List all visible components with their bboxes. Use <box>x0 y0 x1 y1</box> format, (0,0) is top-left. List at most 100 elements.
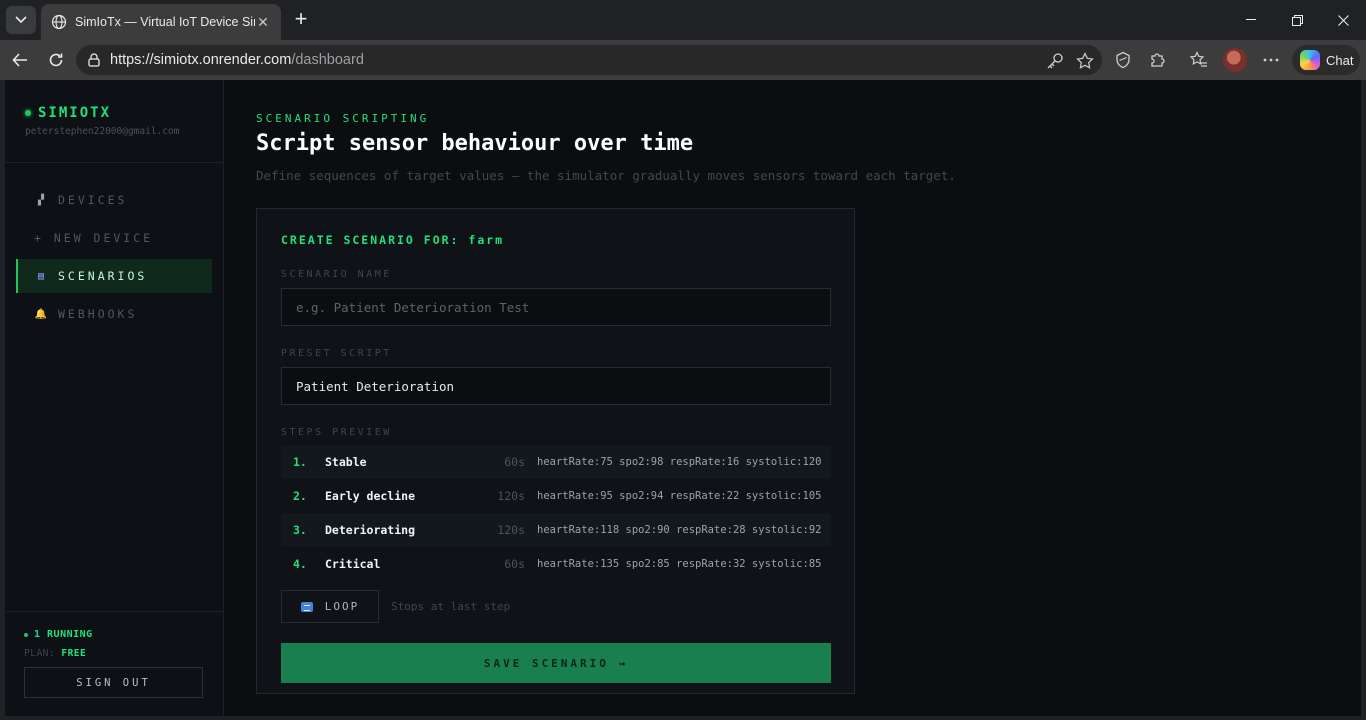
plan-label: PLAN: <box>24 648 56 659</box>
restore-icon <box>1291 14 1303 26</box>
extension-icon-1[interactable] <box>1113 50 1133 70</box>
sign-out-button[interactable]: SIGN OUT <box>24 667 203 698</box>
step-values: heartRate:118 spo2:90 respRate:28 systol… <box>537 524 822 536</box>
minimize-icon <box>1246 19 1256 20</box>
brand-name: SIMIOTX <box>38 105 112 121</box>
user-email: peterstephen22000@gmail.com <box>25 126 180 137</box>
section-eyebrow: SCENARIO SCRIPTING <box>256 112 430 125</box>
url-path: /dashboard <box>291 52 364 68</box>
back-button[interactable] <box>8 48 32 72</box>
sidebar-item-devices[interactable]: ▞ DEVICES <box>16 183 212 217</box>
globe-icon <box>51 14 67 30</box>
sidebar-nav: ▞ DEVICES + NEW DEVICE ▤ SCENARIOS 🔔 WEB… <box>5 163 223 331</box>
star-icon[interactable] <box>1076 52 1094 70</box>
sidebar-item-label: DEVICES <box>58 193 128 207</box>
loop-label: LOOP <box>324 600 360 613</box>
profile-avatar[interactable] <box>1223 48 1247 72</box>
favorites-icon <box>1190 51 1207 67</box>
new-tab-button[interactable]: + <box>289 8 313 32</box>
device-icon: ▞ <box>37 194 45 206</box>
copilot-chat-button[interactable]: Chat <box>1292 45 1360 75</box>
sidebar-item-label: WEBHOOKS <box>58 307 138 321</box>
favorites-button[interactable] <box>1189 50 1209 70</box>
step-row: 2. Early decline 120s heartRate:95 spo2:… <box>281 479 831 513</box>
close-window-button[interactable] <box>1320 0 1366 40</box>
chevron-down-icon <box>15 16 27 24</box>
app-page: SIMIOTX peterstephen22000@gmail.com ▞ DE… <box>5 80 1361 716</box>
step-number: 2. <box>293 489 307 503</box>
step-row: 1. Stable 60s heartRate:75 spo2:98 respR… <box>281 445 831 479</box>
main-content: SCENARIO SCRIPTING Script sensor behavio… <box>224 80 1361 716</box>
sidebar-item-new-device[interactable]: + NEW DEVICE <box>16 221 212 255</box>
card-title: CREATE SCENARIO FOR: farm <box>281 233 505 247</box>
loop-icon <box>300 601 313 612</box>
steps-preview-label: STEPS PREVIEW <box>281 427 392 438</box>
shield-extension-icon <box>1116 51 1130 69</box>
clapper-icon: ▤ <box>37 270 45 282</box>
step-duration: 120s <box>497 489 525 503</box>
step-duration: 120s <box>497 523 525 537</box>
sidebar-item-label: SCENARIOS <box>58 269 148 283</box>
reload-button[interactable] <box>44 48 68 72</box>
page-title: Script sensor behaviour over time <box>256 131 694 156</box>
copilot-icon <box>1300 50 1320 70</box>
step-name: Critical <box>325 557 381 571</box>
page-subtitle: Define sequences of target values — the … <box>256 168 956 183</box>
running-status: 1 RUNNING <box>24 629 223 640</box>
plan-info: PLAN: FREE <box>24 648 223 659</box>
step-values: heartRate:75 spo2:98 respRate:16 systoli… <box>537 456 822 468</box>
url-host: https://simiotx.onrender.com <box>110 52 292 68</box>
tab-title: SimIoTx — Virtual IoT Device Simu <box>75 15 255 29</box>
sidebar: SIMIOTX peterstephen22000@gmail.com ▞ DE… <box>5 80 224 716</box>
tab-list-button[interactable] <box>6 6 36 34</box>
back-arrow-icon <box>12 53 27 67</box>
running-dot-icon <box>24 632 28 637</box>
lock-icon <box>88 53 100 67</box>
minimize-button[interactable] <box>1228 0 1274 40</box>
sidebar-footer: 1 RUNNING PLAN: FREE SIGN OUT <box>5 611 223 716</box>
reload-icon <box>49 53 63 67</box>
browser-tab[interactable]: SimIoTx — Virtual IoT Device Simu ✕ <box>41 4 281 40</box>
scenario-name-label: SCENARIO NAME <box>281 269 392 280</box>
key-icon[interactable] <box>1046 52 1064 70</box>
more-menu-button[interactable] <box>1261 50 1281 70</box>
close-icon <box>1337 14 1349 26</box>
create-scenario-card: CREATE SCENARIO FOR: farm SCENARIO NAME … <box>256 208 855 694</box>
preset-script-select[interactable]: Patient Deterioration <box>281 367 831 405</box>
step-duration: 60s <box>504 455 525 469</box>
loop-row: LOOP Stops at last step <box>281 590 830 623</box>
close-tab-icon[interactable]: ✕ <box>255 14 271 31</box>
brand-row: SIMIOTX <box>25 105 223 121</box>
extensions-button[interactable] <box>1148 50 1168 70</box>
step-number: 1. <box>293 455 307 469</box>
loop-toggle-button[interactable]: LOOP <box>281 590 379 623</box>
running-count: 1 RUNNING <box>34 629 93 640</box>
step-name: Early decline <box>325 489 416 503</box>
step-values: heartRate:135 spo2:85 respRate:32 systol… <box>537 558 822 570</box>
loop-note: Stops at last step <box>391 600 511 613</box>
brand-block: SIMIOTX peterstephen22000@gmail.com <box>5 80 223 163</box>
address-bar[interactable]: https://simiotx.onrender.com/dashboard <box>76 45 1102 75</box>
restore-button[interactable] <box>1274 0 1320 40</box>
step-name: Stable <box>325 455 367 469</box>
step-row: 4. Critical 60s heartRate:135 spo2:85 re… <box>281 547 831 581</box>
more-dots-icon <box>1263 58 1279 62</box>
plan-value: FREE <box>61 648 87 659</box>
save-scenario-button[interactable]: SAVE SCENARIO → <box>281 643 831 683</box>
bell-icon: 🔔 <box>34 308 48 320</box>
sidebar-item-webhooks[interactable]: 🔔 WEBHOOKS <box>16 297 212 331</box>
chat-label: Chat <box>1326 52 1354 68</box>
browser-toolbar: https://simiotx.onrender.com/dashboard C… <box>0 40 1366 80</box>
step-values: heartRate:95 spo2:94 respRate:22 systoli… <box>537 490 822 502</box>
puzzle-icon <box>1151 53 1165 67</box>
sidebar-item-label: + NEW DEVICE <box>34 231 154 245</box>
scenario-name-input[interactable]: e.g. Patient Deterioration Test <box>281 288 831 326</box>
steps-list: 1. Stable 60s heartRate:75 spo2:98 respR… <box>281 445 831 581</box>
step-number: 3. <box>293 523 307 537</box>
browser-tab-bar: SimIoTx — Virtual IoT Device Simu ✕ + <box>0 0 1366 40</box>
step-duration: 60s <box>504 557 525 571</box>
preset-script-label: PRESET SCRIPT <box>281 348 392 359</box>
sidebar-item-scenarios[interactable]: ▤ SCENARIOS <box>16 259 212 293</box>
step-row: 3. Deteriorating 120s heartRate:118 spo2… <box>281 513 831 547</box>
step-name: Deteriorating <box>325 523 416 537</box>
